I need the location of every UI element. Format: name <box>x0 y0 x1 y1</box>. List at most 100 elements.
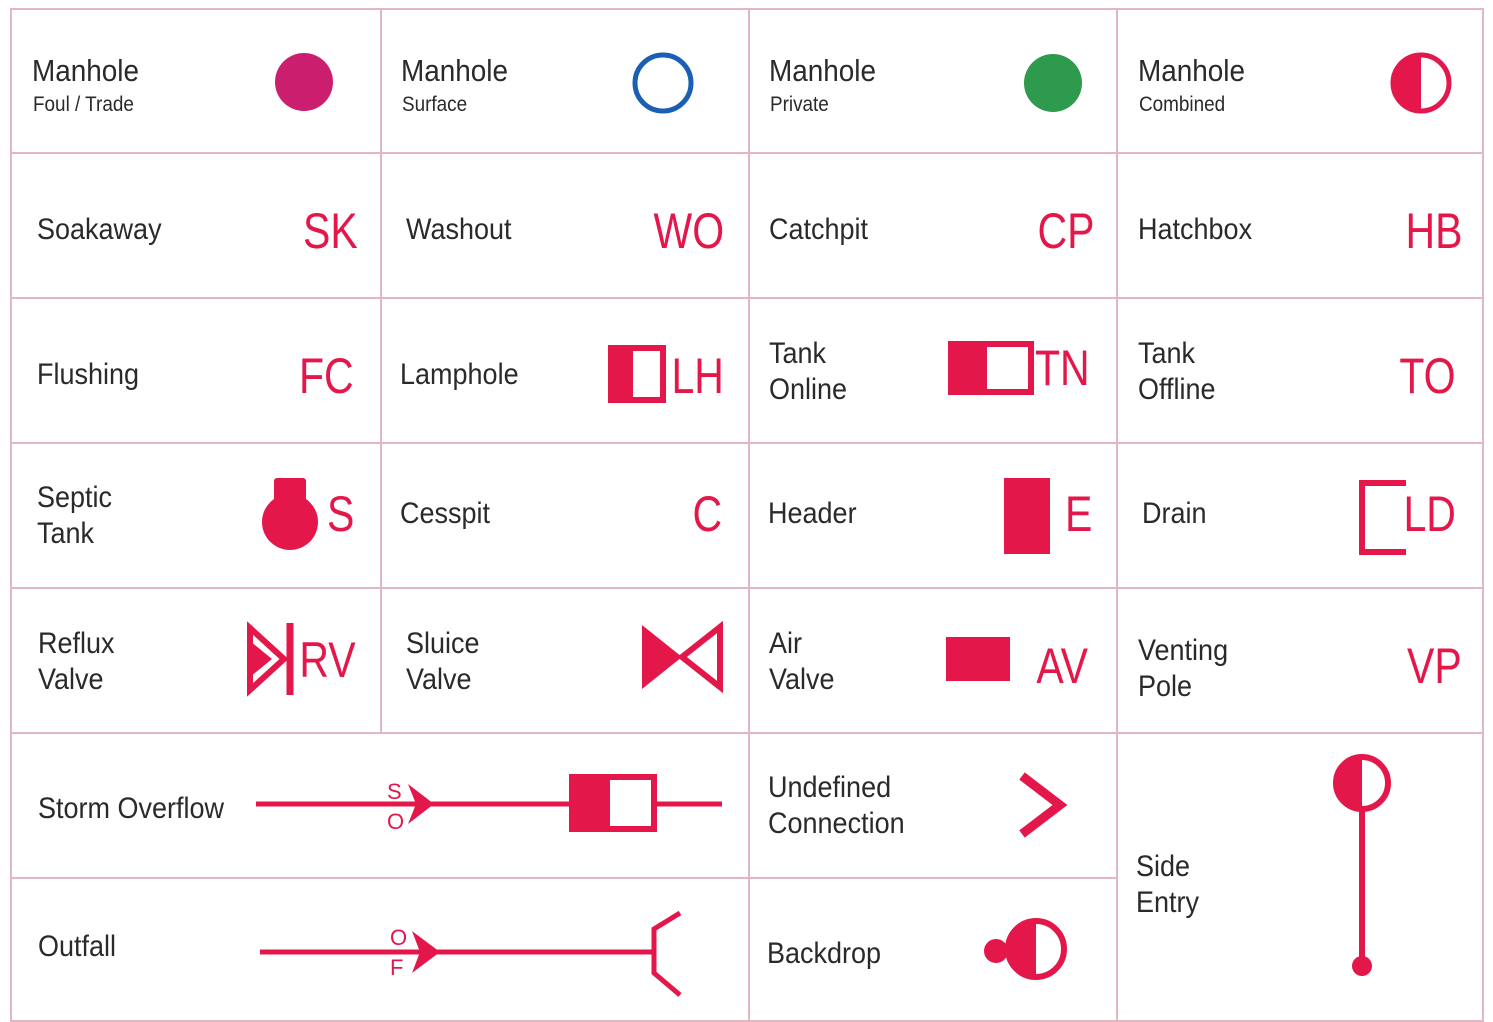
half-filled-rect-icon <box>948 341 1034 395</box>
bowtie-valve-icon <box>642 620 723 694</box>
drain-code: LD <box>1403 486 1456 542</box>
venting-pole-label-line1: Venting <box>1138 634 1229 667</box>
reflux-valve-label-line1: Reflux <box>38 627 115 660</box>
reflux-valve-label-line2: Valve <box>38 663 104 696</box>
tank-online-label-line2: Online <box>769 373 848 406</box>
outfall-line-icon <box>260 910 682 997</box>
air-valve-label-line1: Air <box>769 627 803 660</box>
header-code: E <box>1064 486 1092 542</box>
cell-septic-tank: Septic Tank S <box>10 442 382 589</box>
cell-storm-overflow: Storm Overflow S O <box>10 732 750 879</box>
venting-pole-code: VP <box>1407 638 1462 694</box>
cell-catchpit: Catchpit CP <box>748 152 1118 299</box>
septic-tank-label-line1: Septic <box>37 481 113 514</box>
sluice-valve-label-line1: Sluice <box>406 627 480 660</box>
flushing-code: FC <box>299 348 354 404</box>
cell-hatchbox: Hatchbox HB <box>1116 152 1484 299</box>
manhole-private-title: Manhole <box>769 53 877 88</box>
septic-bulb-icon <box>262 478 318 550</box>
manhole-combined-title: Manhole <box>1138 53 1246 88</box>
side-entry-label-line2: Entry <box>1136 886 1200 919</box>
manhole-private-subtitle: Private <box>770 93 829 116</box>
soakaway-code: SK <box>303 203 358 259</box>
tank-offline-code: TO <box>1399 348 1456 404</box>
manhole-surface-title: Manhole <box>401 53 509 88</box>
cell-drain: Drain LD <box>1116 442 1484 589</box>
bracket-icon <box>1359 480 1406 555</box>
storm-overflow-line-icon <box>256 774 722 832</box>
cell-tank-online: Tank Online TN <box>748 297 1118 444</box>
undefined-connection-label-line1: Undefined <box>768 771 892 804</box>
tank-offline-label-line2: Offline <box>1138 373 1216 406</box>
header-label: Header <box>768 497 857 530</box>
cesspit-label: Cesspit <box>400 497 491 530</box>
outfall-marker-bottom: F <box>390 955 404 980</box>
cell-soakaway: Soakaway SK <box>10 152 382 299</box>
lamphole-code: LH <box>671 348 724 404</box>
cell-venting-pole: Venting Pole VP <box>1116 587 1484 734</box>
hatchbox-code: HB <box>1405 203 1462 259</box>
cell-side-entry: Side Entry <box>1116 732 1484 1022</box>
hatchbox-label: Hatchbox <box>1138 213 1253 246</box>
outfall-marker-top: O <box>390 925 408 950</box>
cell-backdrop: Backdrop <box>748 877 1118 1022</box>
storm-overflow-marker-bottom: O <box>387 809 405 834</box>
venting-pole-label-line2: Pole <box>1138 670 1193 703</box>
tank-offline-label-line1: Tank <box>1138 337 1196 370</box>
cell-manhole-foul: Manhole Foul / Trade <box>10 8 382 154</box>
cell-sluice-valve: Sluice Valve <box>380 587 750 734</box>
backdrop-circle-icon <box>984 918 1067 980</box>
cell-manhole-combined: Manhole Combined <box>1116 8 1484 154</box>
drainage-symbol-legend: Manhole Foul / Trade Manhole Surface Man… <box>0 0 1493 1022</box>
filled-rect-icon <box>946 637 1010 681</box>
septic-tank-code: S <box>326 486 354 542</box>
cell-cesspit: Cesspit C <box>380 442 750 589</box>
cell-undefined-connection: Undefined Connection <box>748 732 1118 879</box>
side-entry-label-line1: Side <box>1136 850 1191 883</box>
filled-circle-icon <box>1024 54 1082 112</box>
air-valve-label-line2: Valve <box>769 663 835 696</box>
chevron-right-icon <box>1019 772 1068 838</box>
check-valve-icon <box>247 621 294 697</box>
septic-tank-label-line2: Tank <box>37 517 95 550</box>
washout-label: Washout <box>406 213 512 246</box>
cell-header: Header E <box>748 442 1118 589</box>
catchpit-code: CP <box>1037 203 1094 259</box>
backdrop-label: Backdrop <box>767 937 882 970</box>
storm-overflow-marker-top: S <box>387 779 402 804</box>
manhole-foul-title: Manhole <box>32 53 140 88</box>
ring-circle-icon <box>632 52 694 114</box>
cesspit-code: C <box>692 486 722 542</box>
cell-washout: Washout WO <box>380 152 750 299</box>
half-filled-circle-icon <box>1390 52 1452 114</box>
outfall-label: Outfall <box>38 930 117 963</box>
filled-rect-icon <box>1004 478 1050 554</box>
flushing-label: Flushing <box>37 358 140 391</box>
cell-manhole-surface: Manhole Surface <box>380 8 750 154</box>
manhole-combined-subtitle: Combined <box>1139 93 1226 116</box>
cell-outfall: Outfall O F <box>10 877 750 1022</box>
cell-lamphole: Lamphole LH <box>380 297 750 444</box>
manhole-foul-subtitle: Foul / Trade <box>33 93 134 116</box>
soakaway-label: Soakaway <box>37 213 162 246</box>
cell-air-valve: Air Valve AV <box>748 587 1118 734</box>
washout-code: WO <box>653 203 724 259</box>
tank-online-code: TN <box>1035 340 1090 396</box>
air-valve-code: AV <box>1036 638 1088 694</box>
undefined-connection-label-line2: Connection <box>768 807 905 840</box>
drain-label: Drain <box>1142 497 1207 530</box>
storm-overflow-label: Storm Overflow <box>38 792 225 825</box>
cell-tank-offline: Tank Offline TO <box>1116 297 1484 444</box>
filled-circle-icon <box>275 53 333 111</box>
cell-flushing: Flushing FC <box>10 297 382 444</box>
cell-reflux-valve: Reflux Valve RV <box>10 587 382 734</box>
cell-manhole-private: Manhole Private <box>748 8 1118 154</box>
manhole-surface-subtitle: Surface <box>402 93 468 116</box>
lamphole-label: Lamphole <box>400 358 519 391</box>
tank-online-label-line1: Tank <box>769 337 827 370</box>
sluice-valve-label-line2: Valve <box>406 663 472 696</box>
side-entry-pin-icon <box>1333 754 1391 976</box>
half-filled-square-icon <box>608 345 666 403</box>
reflux-valve-code: RV <box>299 632 356 688</box>
catchpit-label: Catchpit <box>769 213 869 246</box>
